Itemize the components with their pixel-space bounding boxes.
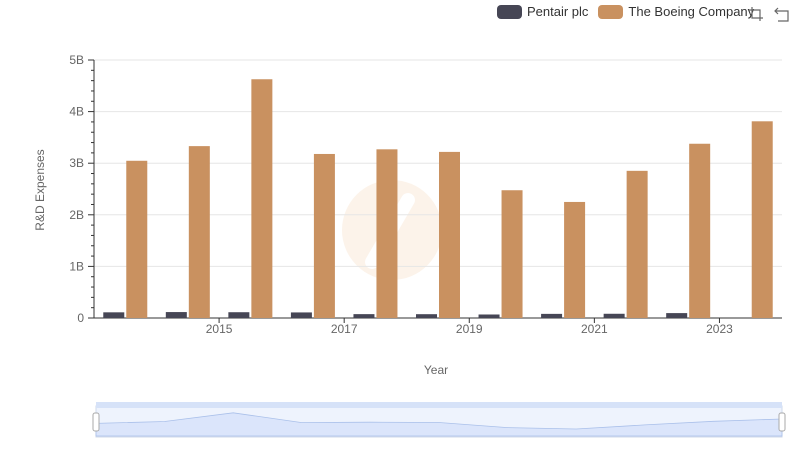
bar-pentair-2015[interactable] bbox=[165, 312, 187, 318]
bar-boeing-2018[interactable] bbox=[376, 149, 398, 318]
bar-boeing-2021[interactable] bbox=[564, 201, 586, 318]
x-tick-label: 2019 bbox=[456, 322, 483, 336]
x-tick-label: 2017 bbox=[331, 322, 358, 336]
y-tick-label: 1B bbox=[69, 259, 84, 273]
x-axis-label: Year bbox=[424, 363, 448, 377]
y-tick-label: 4B bbox=[69, 105, 84, 119]
bar-pentair-2022[interactable] bbox=[603, 313, 625, 318]
bar-boeing-2017[interactable] bbox=[313, 153, 335, 318]
x-tick-label: 2023 bbox=[706, 322, 733, 336]
bar-boeing-2020[interactable] bbox=[501, 190, 523, 318]
bar-pentair-2014[interactable] bbox=[103, 312, 125, 318]
x-tick-label: 2021 bbox=[581, 322, 608, 336]
y-tick-label: 0 bbox=[77, 311, 84, 325]
bar-boeing-2016[interactable] bbox=[251, 79, 273, 319]
data-zoom-slider[interactable] bbox=[92, 402, 786, 438]
bar-pentair-2020[interactable] bbox=[478, 314, 500, 318]
bar-boeing-2015[interactable] bbox=[188, 146, 210, 318]
bar-pentair-2016[interactable] bbox=[228, 312, 250, 318]
y-axis-label: R&D Expenses bbox=[33, 149, 47, 230]
bar-boeing-2024[interactable] bbox=[751, 121, 773, 318]
zoom-top-bar[interactable] bbox=[96, 402, 782, 408]
bar-chart: 0 1B 2B 3B 4B 5B 2015 2017 2019 2021 2023 R&D Exp… bbox=[33, 53, 786, 438]
bar-boeing-2019[interactable] bbox=[439, 151, 460, 318]
bar-boeing-2022[interactable] bbox=[626, 170, 648, 318]
bar-boeing-2014[interactable] bbox=[126, 160, 148, 318]
bar-pentair-2017[interactable] bbox=[290, 312, 312, 318]
bar-pentair-2018[interactable] bbox=[353, 314, 375, 318]
bar-pentair-2019[interactable] bbox=[416, 314, 437, 318]
zoom-handle-left[interactable] bbox=[92, 412, 100, 432]
bar-boeing-2023[interactable] bbox=[689, 143, 711, 318]
bar-pentair-2023[interactable] bbox=[666, 313, 688, 318]
y-tick-label: 5B bbox=[69, 53, 84, 67]
y-tick-label: 2B bbox=[69, 208, 84, 222]
y-tick-label: 3B bbox=[69, 156, 84, 170]
x-tick-label: 2015 bbox=[206, 322, 233, 336]
bar-pentair-2021[interactable] bbox=[541, 313, 563, 318]
zoom-handle-right[interactable] bbox=[778, 412, 786, 432]
